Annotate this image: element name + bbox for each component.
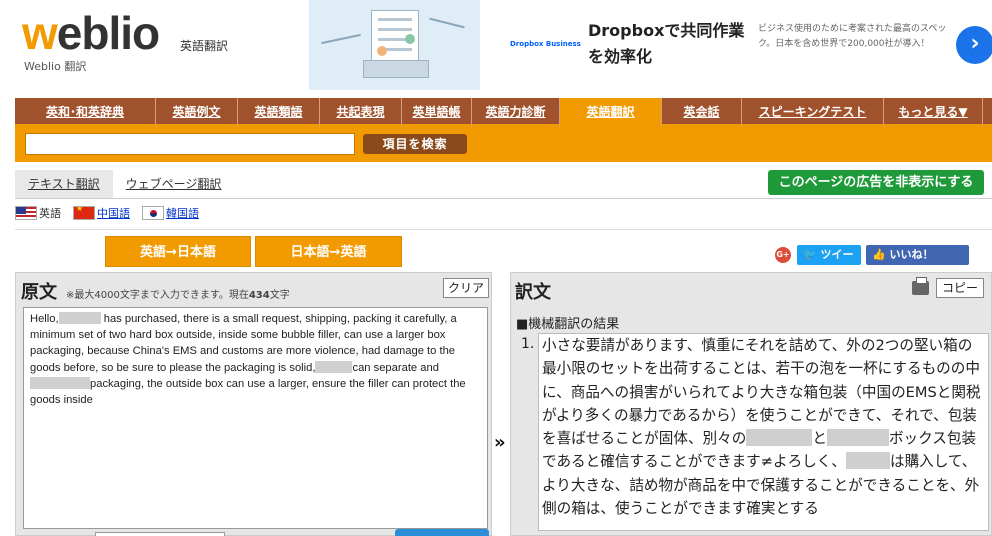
- ad-description[interactable]: ビジネス使用のために考案された最高のスペック。日本を含め世界で200,000社が…: [758, 22, 950, 52]
- nav-item-4[interactable]: 英単語帳: [402, 98, 472, 126]
- redacted-name: [826, 429, 889, 447]
- search-bar: 項目を検索: [15, 126, 992, 162]
- print-icon[interactable]: [912, 277, 929, 295]
- redacted-name: [845, 452, 890, 470]
- search-button[interactable]: 項目を検索: [363, 134, 467, 154]
- hide-ads-button[interactable]: このページの広告を非表示にする: [768, 170, 984, 195]
- ad-brand[interactable]: Dropbox Business: [510, 40, 581, 48]
- redacted-name: [315, 360, 353, 373]
- nav-item-6[interactable]: 英語翻訳: [560, 98, 662, 126]
- source-textarea[interactable]: Hello, has purchased, there is a small r…: [23, 307, 488, 529]
- ad-arrow-icon[interactable]: ›: [956, 26, 992, 64]
- en-to-ja-button[interactable]: 英語→日本語: [105, 236, 251, 267]
- translation-tabs: テキスト翻訳 ウェブページ翻訳: [15, 170, 234, 198]
- source-title: 原文: [21, 282, 57, 303]
- korea-flag-icon: [142, 206, 164, 220]
- machine-translation-heading: ■機械翻訳の結果: [516, 317, 620, 332]
- lang-english[interactable]: 英語: [15, 205, 61, 221]
- header: weblio 英語翻訳 Weblio 翻訳 Dropbox Business D…: [0, 0, 992, 98]
- tab-text-translation[interactable]: テキスト翻訳: [15, 170, 113, 198]
- nav-item-9[interactable]: もっと見る▼: [884, 98, 983, 126]
- result-panel: 訳文 コピー ■機械翻訳の結果 1. 小さな要請があります、慎重にそれを詰めて、…: [510, 272, 992, 536]
- google-plus-icon[interactable]: G+: [775, 247, 791, 263]
- clear-button[interactable]: クリア: [443, 278, 489, 298]
- logo-subtitle: 英語翻訳: [180, 39, 229, 53]
- nav-item-0[interactable]: 英和･和英辞典: [15, 98, 156, 126]
- tab-webpage-translation[interactable]: ウェブページ翻訳: [113, 170, 235, 198]
- char-count: 434: [248, 290, 270, 301]
- char-limit-note: ※最大4000文字まで入力できます。現在434文字: [66, 290, 290, 301]
- thumbs-up-icon: 👍: [872, 248, 886, 261]
- redacted-name: [30, 376, 90, 389]
- nav-item-2[interactable]: 英語類語: [238, 98, 320, 126]
- search-input[interactable]: [25, 133, 355, 155]
- result-number: 1.: [521, 336, 535, 352]
- tweet-button[interactable]: 🐦 ツイート: [797, 245, 861, 281]
- facebook-like-button[interactable]: 👍 いいね！ 5,263: [866, 245, 969, 281]
- lang-chinese[interactable]: 中国語: [73, 205, 130, 221]
- ja-to-en-button[interactable]: 日本語→英語: [255, 236, 402, 267]
- logo-tagline: Weblio 翻訳: [24, 60, 87, 73]
- nav-item-5[interactable]: 英語力診断: [472, 98, 560, 126]
- result-title: 訳文: [515, 282, 551, 303]
- us-flag-icon: [15, 206, 37, 220]
- translate-arrow-icon[interactable]: »: [494, 432, 506, 453]
- result-text[interactable]: 小さな要請があります、慎重にそれを詰めて、外の2つの堅い箱の最小限のセットを出荷…: [538, 333, 989, 531]
- nav-item-3[interactable]: 共起表現: [320, 98, 402, 126]
- stack-icon: [363, 60, 429, 78]
- ad-illustration[interactable]: [309, 0, 480, 90]
- language-selector: 英語 中国語 韓国語: [15, 205, 211, 221]
- redacted-name: [58, 312, 101, 324]
- main-nav: 英和･和英辞典 英語例文 英語類語 共起表現 英単語帳 英語力診断 英語翻訳 英会話 スピーキン…: [15, 98, 992, 126]
- bottom-select[interactable]: [95, 532, 225, 536]
- redacted-name: [746, 429, 813, 447]
- nav-item-1[interactable]: 英語例文: [156, 98, 238, 126]
- lang-korean[interactable]: 韓国語: [142, 205, 199, 221]
- twitter-icon: 🐦: [803, 248, 817, 261]
- nav-item-7[interactable]: 英会話: [662, 98, 742, 126]
- ad-title[interactable]: Dropboxで共同作業を効率化: [588, 18, 748, 70]
- result-list: 1. 小さな要請があります、慎重にそれを詰めて、外の2つの堅い箱の最小限のセット…: [521, 333, 991, 536]
- source-panel: 原文 ※最大4000文字まで入力できます。現在434文字 クリア Hello, …: [15, 272, 492, 536]
- china-flag-icon: [73, 206, 95, 220]
- bottom-action-button[interactable]: [395, 529, 489, 536]
- weblio-logo[interactable]: weblio: [22, 8, 160, 58]
- nav-item-8[interactable]: スピーキングテスト: [742, 98, 884, 126]
- copy-button[interactable]: コピー: [936, 278, 984, 298]
